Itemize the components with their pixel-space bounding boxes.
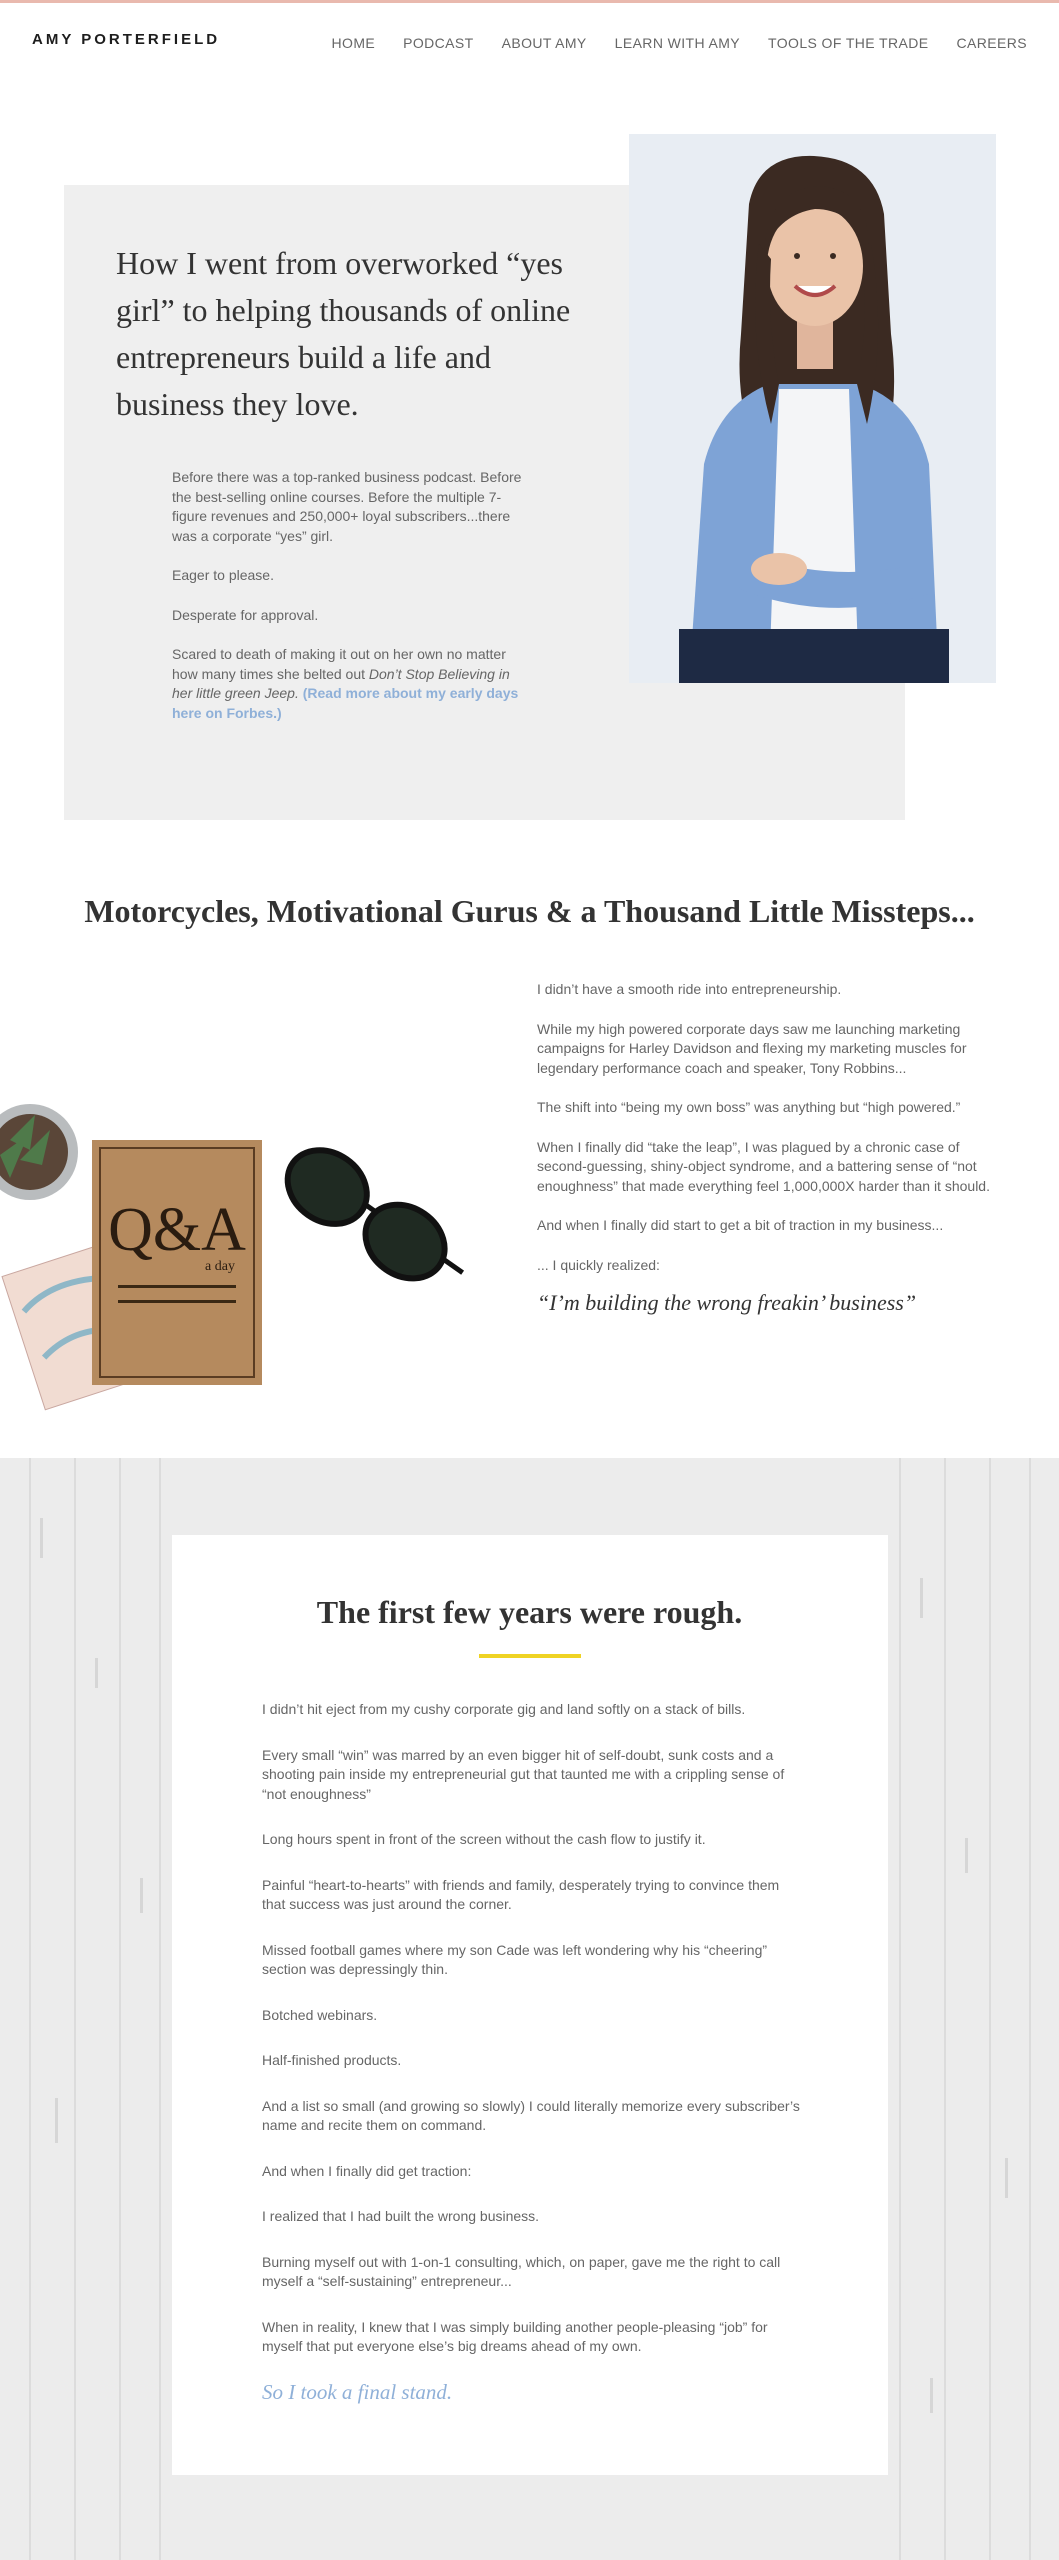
book-cover-subtitle: a day xyxy=(205,1259,235,1274)
nav-careers[interactable]: CAREERS xyxy=(957,35,1027,51)
rough-years-paragraph: Half-finished products. xyxy=(262,2052,402,2068)
rough-years-heading: The first few years were rough. xyxy=(316,1594,743,1630)
site-header: AMY PORTERFIELD HOME PODCAST ABOUT AMY L… xyxy=(0,3,1059,83)
rough-years-paragraph: Burning myself out with 1-on-1 consultin… xyxy=(262,2253,781,2290)
missteps-paragraph: And when I finally did start to get a bi… xyxy=(537,1217,944,1233)
hero-paragraph: Before there was a top-ranked business p… xyxy=(172,469,522,544)
missteps-story: I didn’t have a smooth ride into entrepr… xyxy=(537,980,997,1313)
rough-years-paragraph: Painful “heart-to-hearts” with friends a… xyxy=(262,1876,780,1913)
missteps-paragraph: When I finally did “take the leap”, I wa… xyxy=(537,1138,990,1194)
missteps-paragraph: The shift into “being my own boss” was a… xyxy=(537,1099,961,1115)
rough-years-paragraph: I realized that I had built the wrong bu… xyxy=(262,2208,540,2224)
nav-podcast[interactable]: PODCAST xyxy=(403,35,473,51)
rough-years-story: I didn’t hit eject from my cushy corpora… xyxy=(262,1700,802,2402)
site-logo[interactable]: AMY PORTERFIELD xyxy=(32,31,220,48)
nav-tools-of-the-trade[interactable]: TOOLS OF THE TRADE xyxy=(768,35,928,51)
missteps-paragraph: ... I quickly realized: xyxy=(537,1256,660,1273)
heading-underline xyxy=(479,1654,581,1658)
rough-years-paragraph: And a list so small (and growing so slow… xyxy=(262,2097,800,2134)
missteps-heading: Motorcycles, Motivational Gurus & a Thou… xyxy=(84,893,975,929)
rough-years-paragraph: When in reality, I knew that I was simpl… xyxy=(262,2318,768,2355)
missteps-paragraph: While my high powered corporate days saw… xyxy=(537,1020,967,1076)
missteps-paragraph: I didn’t have a smooth ride into entrepr… xyxy=(537,981,842,997)
book-cover-title: Q&A xyxy=(108,1196,246,1264)
rough-years-paragraph: Botched webinars. xyxy=(262,2006,378,2023)
wrong-business-quote: “I’m building the wrong freakin’ busines… xyxy=(537,1290,917,1315)
flatlay-photo: Q&A a day xyxy=(0,1060,480,1445)
hero-story: Before there was a top-ranked business p… xyxy=(172,468,532,743)
nav-learn-with-amy[interactable]: LEARN WITH AMY xyxy=(615,35,740,51)
main-nav: HOME PODCAST ABOUT AMY LEARN WITH AMY TO… xyxy=(332,35,1027,51)
final-stand-quote: So I took a final stand. xyxy=(262,2379,453,2404)
hero-paragraph: Desperate for approval. xyxy=(172,606,319,623)
hero-heading: How I went from overworked “yes girl” to… xyxy=(116,245,571,422)
hero-paragraph: Eager to please. xyxy=(172,567,274,583)
rough-years-paragraph: And when I finally did get traction: xyxy=(262,2162,472,2179)
nav-home[interactable]: HOME xyxy=(332,35,376,51)
hero-paragraph: Scared to death of making it out on her … xyxy=(172,645,532,723)
rough-years-paragraph: Missed football games where my son Cade … xyxy=(262,1941,768,1978)
rough-years-paragraph: Every small “win” was marred by an even … xyxy=(262,1746,785,1802)
nav-about-amy[interactable]: ABOUT AMY xyxy=(502,35,587,51)
rough-years-paragraph: Long hours spent in front of the screen … xyxy=(262,1831,706,1847)
hero-portrait-photo xyxy=(629,134,996,683)
rough-years-paragraph: I didn’t hit eject from my cushy corpora… xyxy=(262,1701,746,1717)
